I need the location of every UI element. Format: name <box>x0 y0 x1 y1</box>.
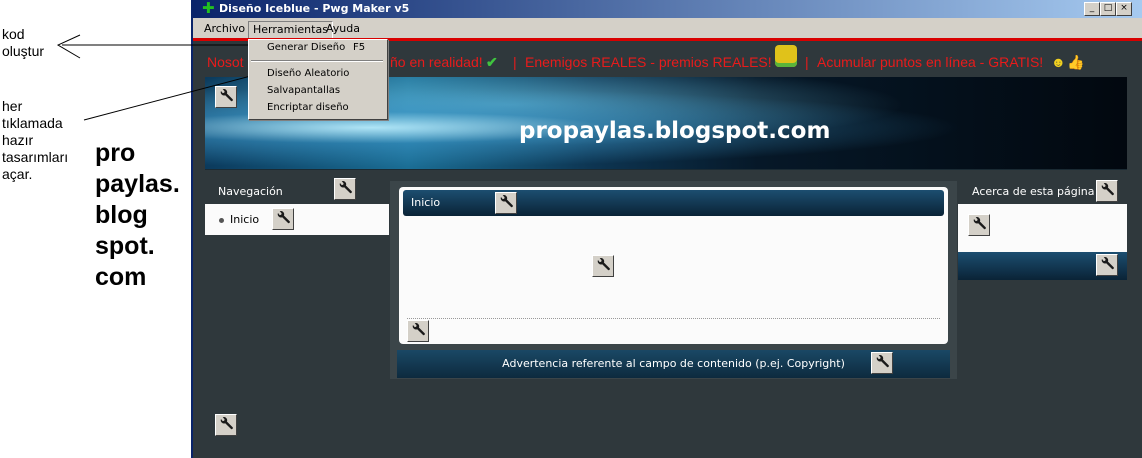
annotation-line: her <box>2 98 23 114</box>
minimize-button[interactable]: _ <box>1084 2 1100 16</box>
annotation-brand: pro paylas. blog spot. com <box>95 138 180 293</box>
herramientas-dropdown: Generar Diseño F5 Diseño Aleatorio Salva… <box>248 39 388 120</box>
content-panel: Inicio <box>399 187 948 344</box>
ticker-text-start: Nosot <box>207 54 244 70</box>
banner-divider <box>205 169 1127 170</box>
ticker-text-1: ño en realidad! <box>390 54 483 70</box>
thumbs-up-icon: 👍 <box>1067 54 1085 70</box>
ticker-separator: | <box>805 54 809 70</box>
ticker-separator: | <box>513 54 517 70</box>
menu-item-label: Generar Diseño <box>267 42 346 53</box>
menu-ayuda[interactable]: Ayuda <box>322 21 364 37</box>
annotation-line: tıklamada <box>2 115 63 131</box>
menu-item-diseno-aleatorio[interactable]: Diseño Aleatorio <box>249 66 387 82</box>
banner-title: propaylas.blogspot.com <box>519 118 831 144</box>
menu-item-label: Encriptar diseño <box>267 102 349 113</box>
annotation-kod: kod oluştur <box>2 26 44 60</box>
edit-about-footer-wrench-icon[interactable] <box>1096 254 1118 276</box>
close-button[interactable]: × <box>1116 2 1132 16</box>
edit-content-bottom-wrench-icon[interactable] <box>407 320 429 342</box>
edit-about-heading-wrench-icon[interactable] <box>1096 180 1118 202</box>
title-bar[interactable]: ✚ Diseño Iceblue - Pwg Maker v5 _ □ × <box>193 0 1142 18</box>
menu-bar: Archivo Herramientas Ayuda <box>193 19 1142 39</box>
edit-page-wrench-icon[interactable] <box>215 414 237 436</box>
menu-item-shortcut: F5 <box>353 42 366 53</box>
menu-item-label: Diseño Aleatorio <box>267 68 350 79</box>
annotation-line: oluştur <box>2 43 45 59</box>
edit-nav-item-wrench-icon[interactable] <box>272 208 294 230</box>
edit-nav-heading-wrench-icon[interactable] <box>334 178 356 200</box>
annotation-brand-line: pro <box>95 139 136 167</box>
smiley-icon: ☻ <box>1051 54 1066 70</box>
annotation-line: açar. <box>2 166 33 182</box>
coins-icon <box>775 45 797 67</box>
check-icon: ✔ <box>486 54 498 70</box>
menu-item-label: Salvapantallas <box>267 85 341 96</box>
plus-icon: ✚ <box>202 0 215 17</box>
arrowhead-kod <box>56 34 81 59</box>
ticker-text-3[interactable]: Acumular puntos en línea - GRATIS! <box>817 54 1043 70</box>
content-heading-bar: Inicio <box>403 190 944 216</box>
annotation-brand-line: blog <box>95 201 148 229</box>
about-heading: Acerca de esta página <box>972 185 1095 198</box>
nav-item-inicio[interactable]: Inicio <box>219 213 259 226</box>
maximize-button[interactable]: □ <box>1100 2 1116 16</box>
ticker-text-2[interactable]: Enemigos REALES - premios REALES! <box>525 54 772 70</box>
edit-about-wrench-icon[interactable] <box>968 214 990 236</box>
menu-herramientas[interactable]: Herramientas <box>248 21 333 39</box>
annotation-brand-line: spot. <box>95 232 155 260</box>
annotation-brand-line: paylas. <box>95 170 180 198</box>
menu-separator <box>251 60 383 62</box>
edit-footer-wrench-icon[interactable] <box>871 352 893 374</box>
annotation-her: her tıklamada hazır tasarımları açar. <box>2 98 68 183</box>
app-window: ✚ Diseño Iceblue - Pwg Maker v5 _ □ × Ar… <box>191 0 1142 458</box>
content-divider <box>407 318 940 319</box>
edit-content-heading-wrench-icon[interactable] <box>495 192 517 214</box>
window-title: Diseño Iceblue - Pwg Maker v5 <box>219 2 410 15</box>
menu-item-generar-diseno[interactable]: Generar Diseño F5 <box>249 40 387 56</box>
content-heading: Inicio <box>411 196 441 209</box>
menu-archivo[interactable]: Archivo <box>200 21 249 37</box>
edit-header-wrench-icon[interactable] <box>215 86 237 108</box>
footer-text: Advertencia referente al campo de conten… <box>502 357 845 370</box>
bullet-icon <box>219 217 224 223</box>
annotation-line: kod <box>2 26 25 42</box>
menu-item-encriptar-diseno[interactable]: Encriptar diseño <box>249 100 387 116</box>
content-footer: Advertencia referente al campo de conten… <box>397 350 950 378</box>
annotation-line: hazır <box>2 132 34 148</box>
edit-content-wrench-icon[interactable] <box>592 255 614 277</box>
annotation-line: tasarımları <box>2 149 69 165</box>
annotation-brand-line: com <box>95 263 147 291</box>
menu-item-salvapantallas[interactable]: Salvapantallas <box>249 83 387 99</box>
nav-panel: Inicio <box>205 204 389 235</box>
nav-item-label: Inicio <box>230 213 260 226</box>
